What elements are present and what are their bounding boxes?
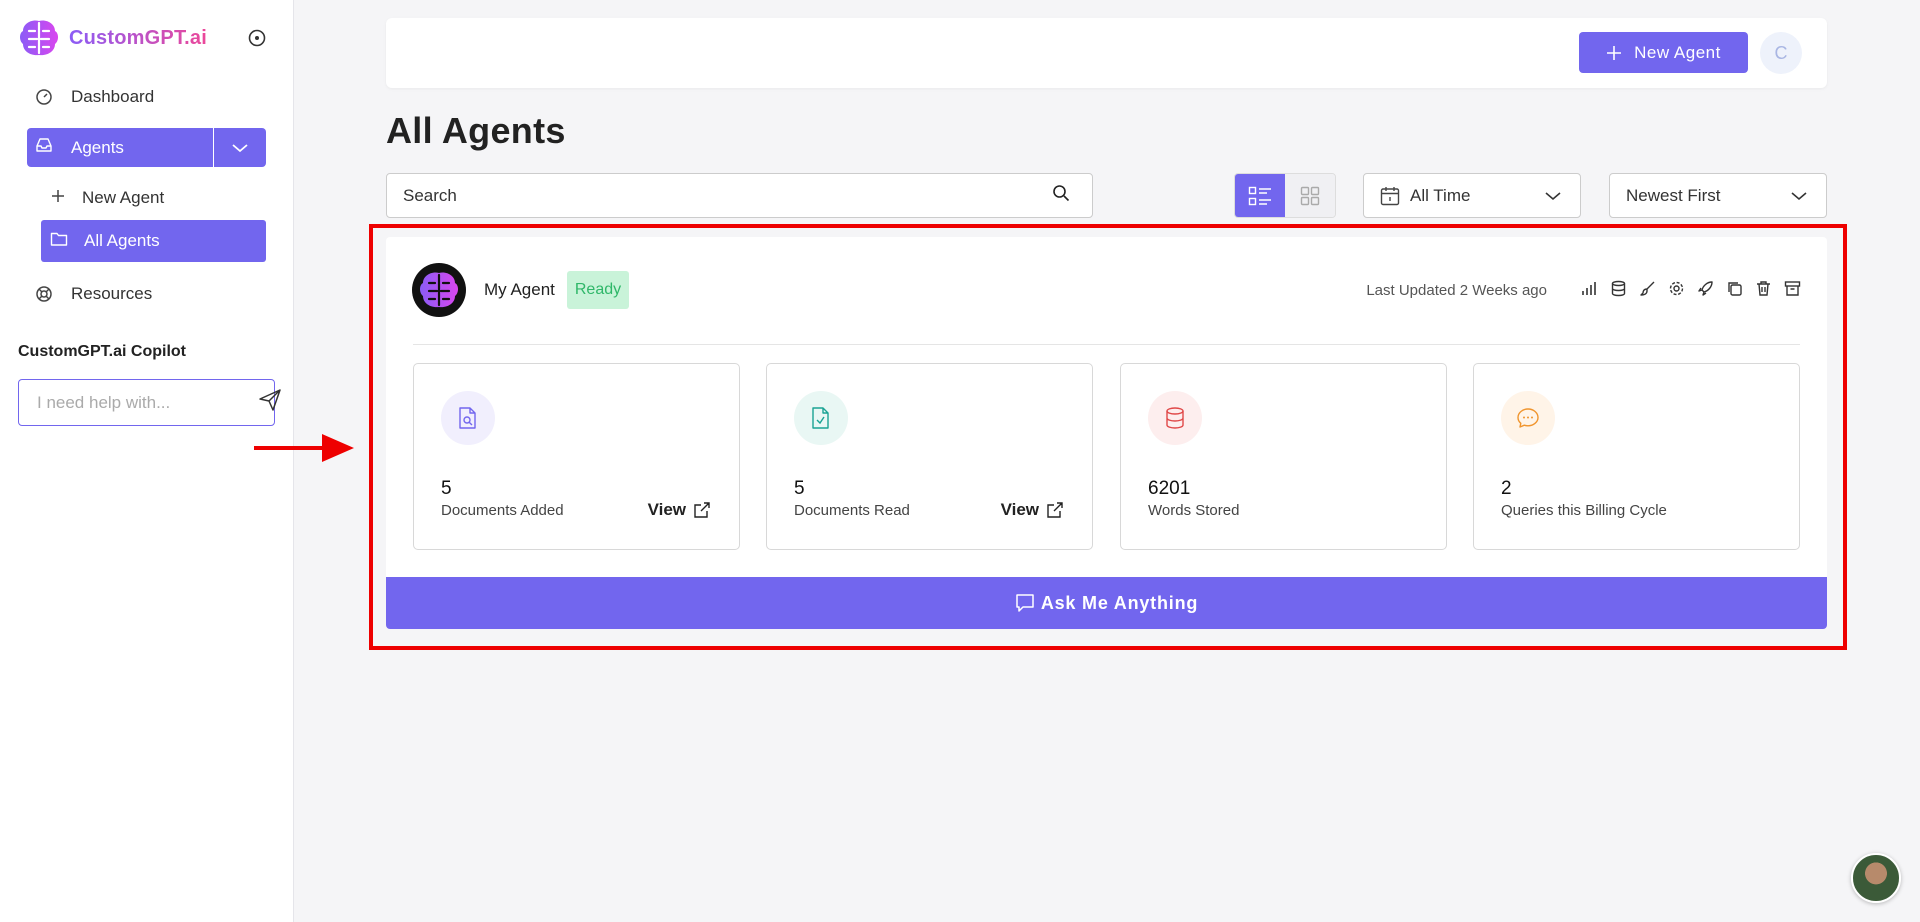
sidebar-item-agents[interactable]: Agents	[27, 128, 266, 167]
brain-logo-icon	[20, 20, 58, 56]
chevron-down-icon	[1791, 191, 1807, 200]
plus-icon	[1607, 45, 1622, 60]
top-header: New Agent C	[386, 18, 1827, 88]
chevron-down-icon	[232, 143, 248, 152]
sort-value: Newest First	[1626, 185, 1721, 205]
circle-dot-icon	[248, 29, 266, 47]
view-toggle	[1234, 173, 1336, 218]
page-title: All Agents	[386, 110, 566, 151]
search-icon[interactable]	[1052, 184, 1070, 207]
copilot-title: CustomGPT.ai Copilot	[18, 343, 186, 360]
sidebar-item-label: New Agent	[82, 188, 165, 207]
grid-view-icon	[1300, 186, 1320, 205]
sidebar-item-label: Resources	[71, 284, 153, 303]
search-input[interactable]	[403, 185, 1052, 206]
time-filter-value: All Time	[1410, 185, 1471, 205]
lifebuoy-icon	[33, 283, 55, 305]
copilot-input-box	[18, 379, 281, 426]
sidebar-item-resources[interactable]: Resources	[33, 283, 152, 305]
support-chat-avatar[interactable]	[1851, 853, 1901, 903]
sidebar-collapse-button[interactable]	[247, 28, 267, 48]
send-icon[interactable]	[258, 388, 282, 417]
red-arrow-annotation	[254, 434, 354, 462]
sidebar-item-new-agent[interactable]: New Agent	[41, 177, 266, 219]
inbox-icon	[35, 136, 53, 159]
sidebar-item-dashboard[interactable]: Dashboard	[33, 86, 154, 108]
brand-name: CustomGPT.ai	[69, 26, 207, 49]
gauge-icon	[33, 86, 55, 108]
list-view-button[interactable]	[1235, 174, 1285, 217]
search-box	[386, 173, 1093, 218]
grid-view-button[interactable]	[1285, 174, 1335, 217]
plus-icon	[50, 188, 66, 209]
calendar-icon	[1380, 186, 1400, 205]
highlight-frame	[369, 224, 1847, 650]
sidebar: CustomGPT.ai Dashboard Agents New Agent …	[0, 0, 294, 922]
new-agent-button[interactable]: New Agent	[1579, 32, 1748, 73]
copilot-input[interactable]	[37, 392, 258, 413]
new-agent-button-label: New Agent	[1634, 42, 1721, 62]
agents-main[interactable]: Agents	[27, 128, 214, 167]
sort-select[interactable]: Newest First	[1609, 173, 1827, 218]
chevron-down-icon	[1545, 191, 1561, 200]
sidebar-item-label: Dashboard	[71, 87, 155, 106]
sidebar-item-label: All Agents	[84, 231, 160, 250]
brand-logo[interactable]: CustomGPT.ai	[17, 17, 207, 59]
time-filter-select[interactable]: All Time	[1363, 173, 1581, 218]
sidebar-item-label: Agents	[71, 137, 124, 157]
sidebar-item-all-agents[interactable]: All Agents	[41, 220, 266, 262]
user-avatar[interactable]: C	[1760, 32, 1802, 74]
folder-icon	[50, 231, 68, 252]
agents-expand-toggle[interactable]	[214, 128, 266, 167]
list-view-icon	[1248, 186, 1271, 205]
